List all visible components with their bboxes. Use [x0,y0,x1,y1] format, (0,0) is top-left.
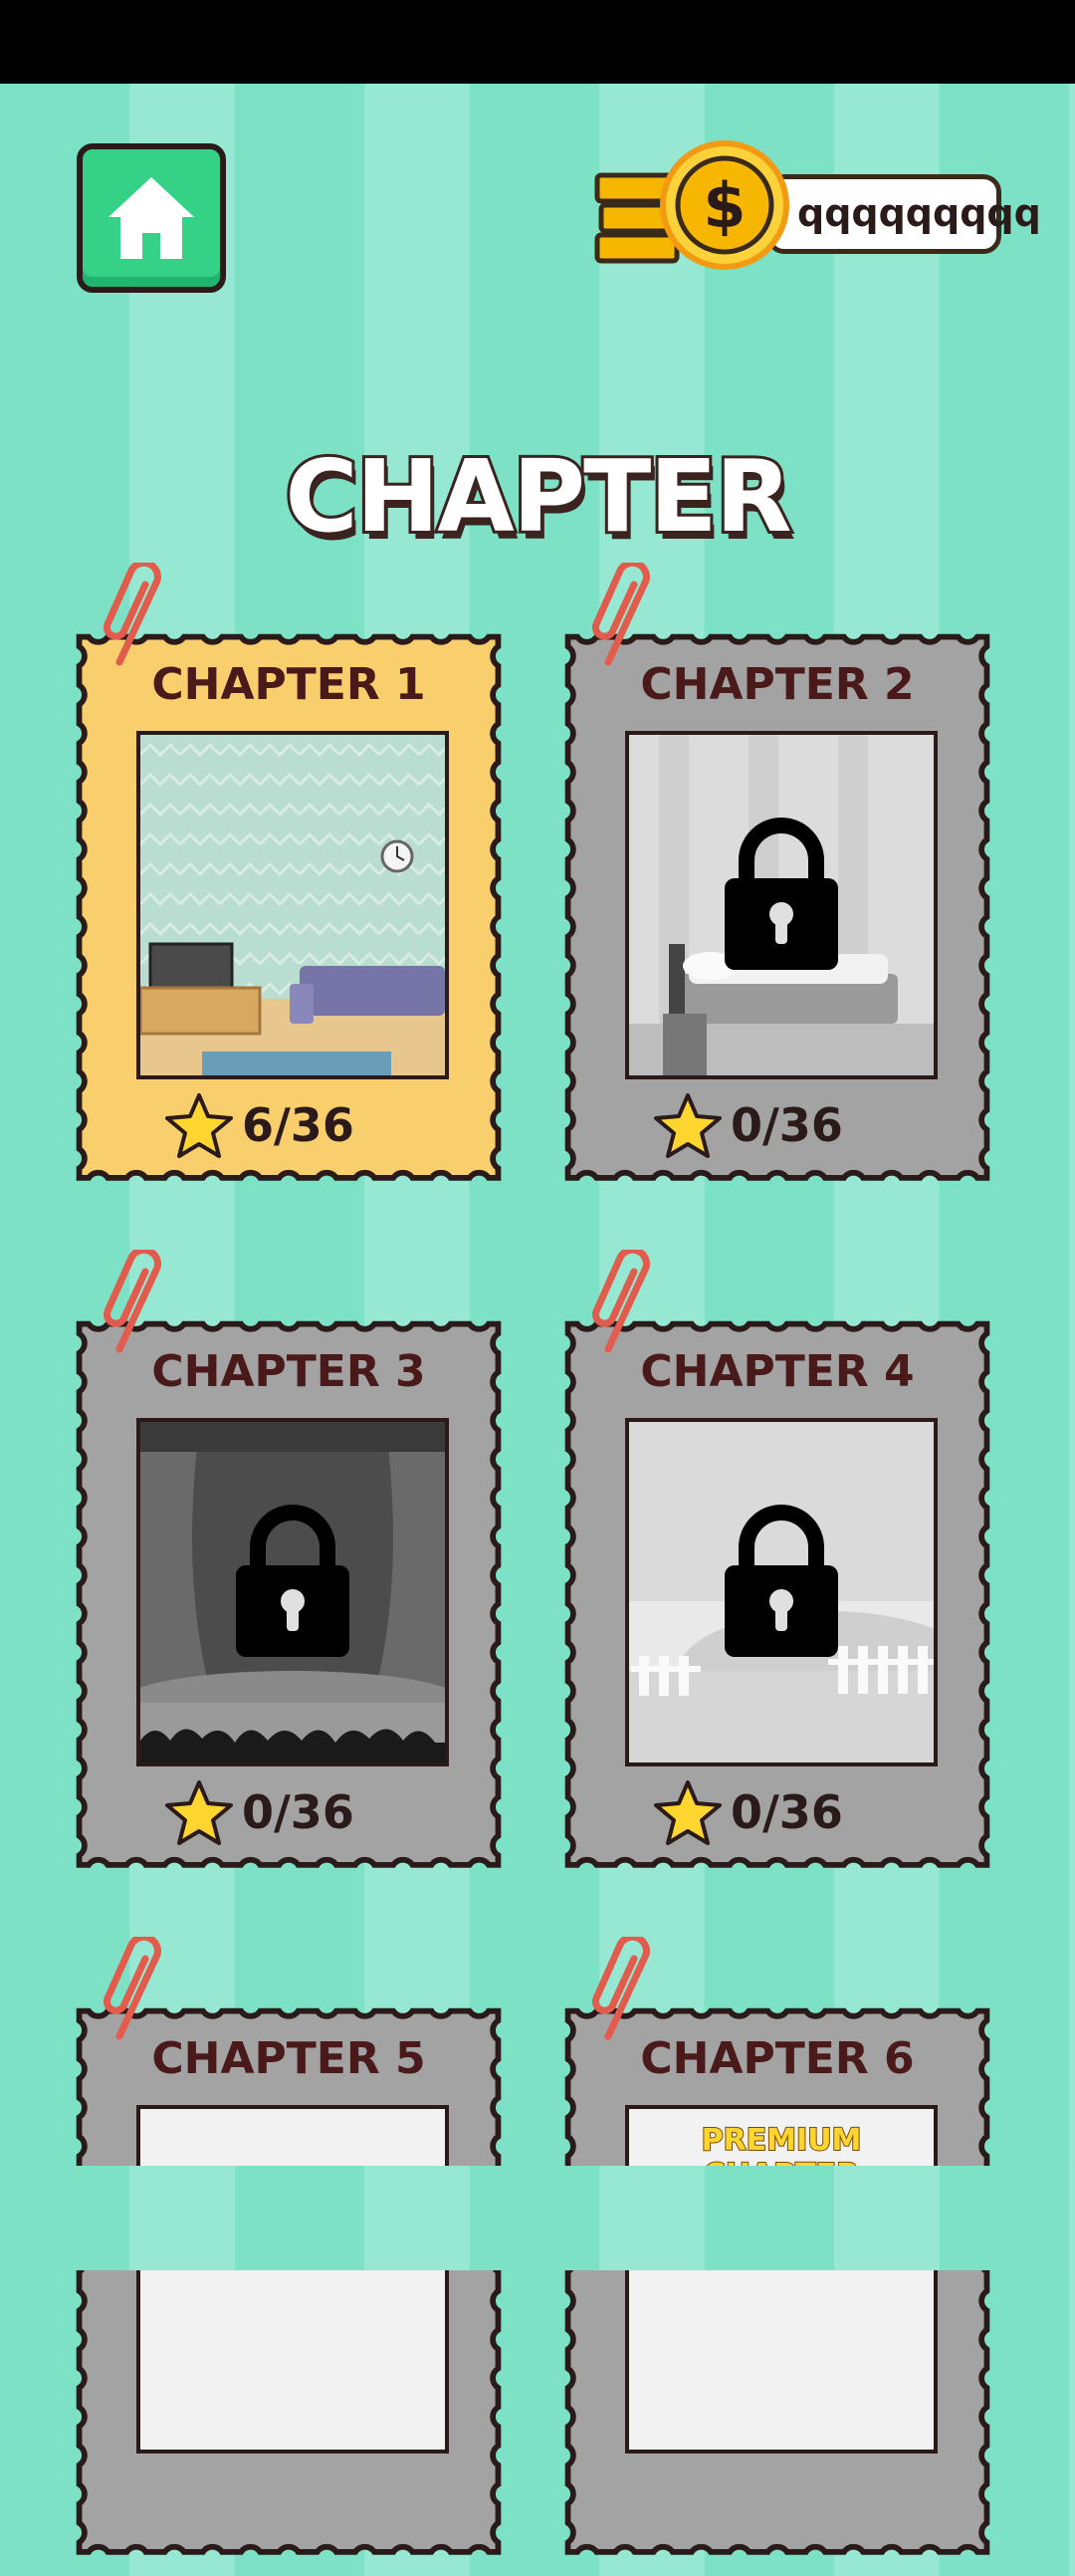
paperclip-icon [103,1250,161,1353]
lock-icon [725,818,838,970]
star-count: 0/36 [731,1098,843,1152]
status-bar [0,0,1075,84]
svg-text:$: $ [703,169,746,242]
home-icon [108,177,194,259]
chapter-card-6[interactable]: CHAPTER 6 PREMIUM CHAPTER [558,1937,996,2576]
star-icon [165,1093,233,1158]
coin-counter: qqqqqqqqq [766,174,1041,254]
star-icon [654,1780,722,1845]
chapter-card-5[interactable]: CHAPTER 5 [70,1937,508,2576]
home-button[interactable] [77,143,226,293]
paperclip-icon [103,563,161,666]
chapter-title: CHAPTER 6 [640,2033,915,2084]
lock-icon [725,1505,838,1657]
chapter-card-1[interactable]: CHAPTER 1 6/36 [70,563,508,1202]
star-icon [165,1780,233,1845]
dollar-coin-icon: $ [660,140,789,270]
chapter-title: CHAPTER 4 [640,1346,915,1397]
paperclip-icon [103,1937,161,2040]
star-count: 6/36 [242,1098,354,1152]
lock-icon [236,1505,349,1657]
page-title: CHAPTER [282,435,794,558]
chapter-title: CHAPTER 3 [151,1346,426,1397]
chapter-preview [136,2105,449,2454]
chapter-card-3[interactable]: CHAPTER 3 0/36 [70,1250,508,1889]
chapter-preview [625,731,938,1079]
paperclip-icon [591,1250,650,1353]
chapter-card-4[interactable]: CHAPTER 4 0/36 [558,1250,996,1889]
star-count: 0/36 [731,1785,843,1839]
chapter-title: CHAPTER 1 [151,659,426,710]
chapter-card-2[interactable]: CHAPTER 2 0/36 [558,563,996,1202]
chapter-preview [625,1418,938,1766]
chapter-preview [136,731,449,1079]
coin-value: qqqqqqqqq [797,191,1041,235]
living-room-image [140,735,445,1075]
chapter-preview [136,1418,449,1766]
paperclip-icon [591,1937,650,2040]
chapter-title: CHAPTER 5 [151,2033,426,2084]
chapter-preview: PREMIUM CHAPTER [625,2105,938,2454]
star-icon [654,1093,722,1158]
paperclip-icon [591,563,650,666]
star-count: 0/36 [242,1785,354,1839]
bottom-background [0,2166,1075,2270]
chapter-title: CHAPTER 2 [640,659,915,710]
